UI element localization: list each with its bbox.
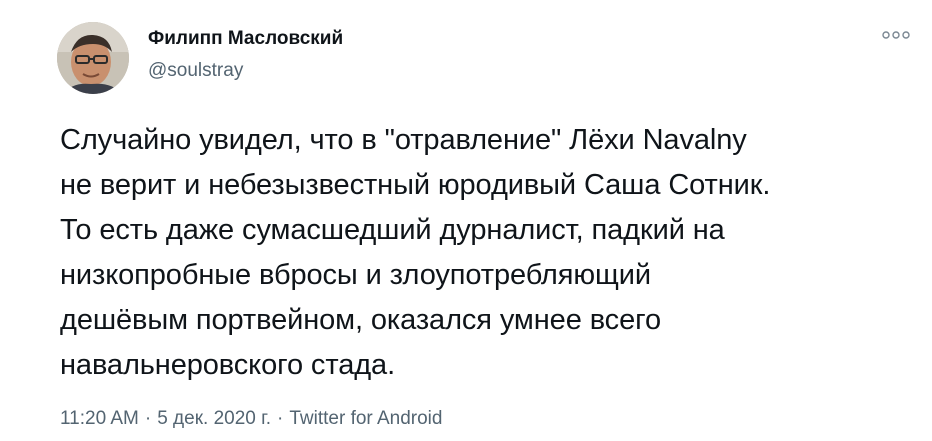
tweet-source[interactable]: Twitter for Android bbox=[289, 408, 442, 429]
avatar[interactable] bbox=[57, 22, 129, 94]
separator-dot: · bbox=[144, 408, 152, 429]
avatar-photo bbox=[57, 22, 129, 94]
tweet-metadata: 11:20 AM · 5 дек. 2020 г. · Twitter for Andr… bbox=[60, 407, 442, 431]
tweet-card: Филипп Масловский @soulstray Случайно ув… bbox=[0, 0, 932, 441]
author-display-name[interactable]: Филипп Масловский bbox=[148, 27, 343, 51]
separator-dot: · bbox=[277, 408, 284, 429]
tweet-time[interactable]: 11:20 AM bbox=[60, 408, 139, 429]
more-options-icon[interactable] bbox=[881, 28, 911, 42]
tweet-date[interactable]: 5 дек. 2020 г. bbox=[157, 408, 271, 429]
author-handle[interactable]: @soulstray bbox=[148, 59, 343, 83]
tweet-text: Случайно увидел, что в "отравление" Лёхи… bbox=[60, 124, 771, 381]
author-block: Филипп Масловский @soulstray bbox=[148, 27, 343, 83]
